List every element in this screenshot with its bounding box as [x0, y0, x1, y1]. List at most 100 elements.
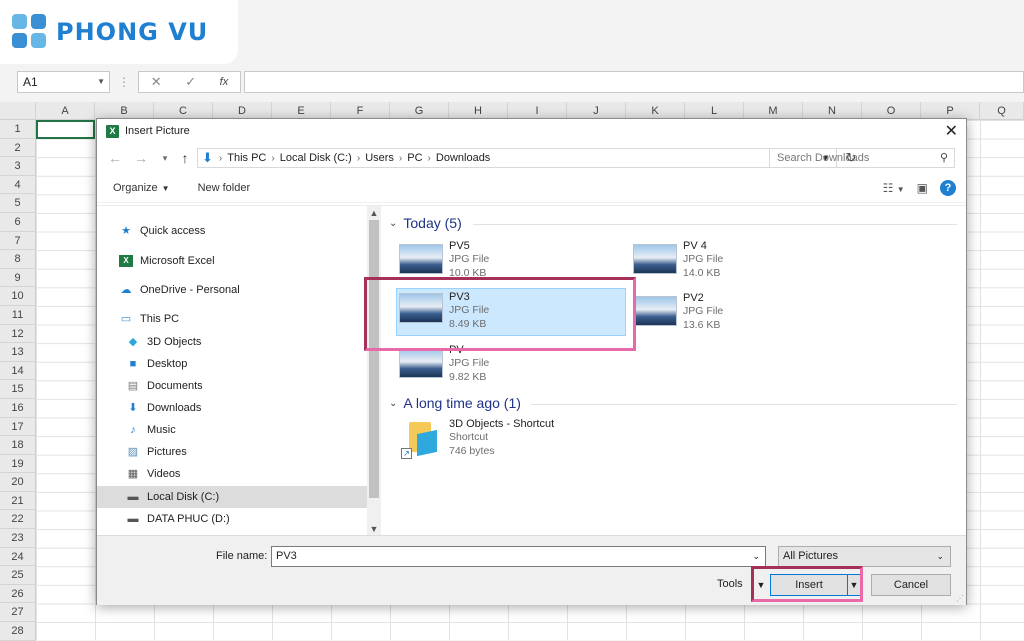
file-item-pv2[interactable]: PV2 JPG File 13.6 KB — [633, 292, 863, 336]
row-header[interactable]: 10 — [0, 287, 36, 306]
row-header[interactable]: 22 — [0, 510, 36, 530]
scroll-down-icon[interactable]: ▼ — [367, 524, 381, 534]
name-box[interactable]: A1 ▼ — [17, 71, 110, 93]
row-header[interactable]: 15 — [0, 380, 36, 399]
nav-local-disk[interactable]: ▬ Local Disk (C:) — [97, 486, 367, 508]
group-today[interactable]: ⌄ Today (5) — [389, 215, 462, 231]
image-thumbnail — [633, 244, 677, 274]
search-input[interactable]: Search Downloads ⚲ — [769, 148, 955, 168]
breadcrumb-local-disk[interactable]: Local Disk (C:) — [280, 152, 352, 164]
row-header[interactable]: 3 — [0, 157, 36, 176]
new-folder-button[interactable]: New folder — [198, 182, 251, 194]
row-header[interactable]: 24 — [0, 547, 36, 567]
row-header[interactable]: 25 — [0, 566, 36, 585]
organize-button[interactable]: Organize ▼ — [113, 182, 170, 194]
select-all-corner[interactable] — [0, 102, 36, 120]
nav-quick-access[interactable]: ★ Quick access — [97, 220, 367, 242]
group-long-time-ago[interactable]: ⌄ A long time ago (1) — [389, 395, 521, 411]
cancel-button[interactable]: Cancel — [871, 574, 951, 596]
breadcrumb-pc[interactable]: PC — [407, 152, 422, 164]
nav-downloads[interactable]: ⬇ Downloads — [97, 397, 367, 419]
row-header[interactable]: 7 — [0, 231, 36, 251]
nav-this-pc[interactable]: ▭ This PC — [97, 308, 367, 330]
forward-arrow-icon[interactable]: → — [131, 150, 151, 166]
row-header[interactable]: 13 — [0, 343, 36, 362]
separator-icon: › — [427, 152, 431, 164]
file-type-select[interactable]: All Pictures ⌄ — [778, 546, 951, 567]
highlight-box-insert — [751, 566, 863, 602]
separator-icon: › — [356, 152, 361, 164]
confirm-formula-icon[interactable]: ✓ — [185, 74, 196, 90]
tools-button[interactable]: Tools — [717, 578, 743, 590]
nav-3d-objects[interactable]: ◆ 3D Objects — [97, 331, 367, 353]
nav-music[interactable]: ♪ Music — [97, 419, 367, 441]
address-bar[interactable]: ⬇ › This PC › Local Disk (C:) › Users › … — [197, 148, 837, 168]
row-header[interactable]: 26 — [0, 584, 36, 604]
row-header[interactable]: 2 — [0, 138, 36, 158]
formula-input[interactable] — [244, 71, 1024, 93]
row-header[interactable]: 12 — [0, 324, 36, 344]
column-header[interactable]: Q — [980, 102, 1024, 120]
close-icon[interactable]: ✕ — [945, 121, 958, 141]
chevron-down-icon[interactable]: ⌄ — [752, 547, 760, 566]
view-options-icon[interactable]: ☷ ▼ — [883, 181, 905, 195]
scroll-up-icon[interactable]: ▲ — [367, 208, 381, 218]
nav-pictures[interactable]: ▨ Pictures — [97, 441, 367, 463]
image-thumbnail — [399, 348, 443, 378]
file-size: 746 bytes — [449, 445, 495, 457]
help-icon[interactable]: ? — [940, 179, 956, 196]
file-type-value: All Pictures — [783, 550, 839, 562]
breadcrumb-downloads[interactable]: Downloads — [436, 152, 490, 164]
back-arrow-icon[interactable]: ← — [105, 150, 125, 166]
file-item-pv4[interactable]: PV 4 JPG File 14.0 KB — [633, 240, 863, 284]
chevron-down-icon: ▼ — [161, 183, 170, 193]
nav-desktop[interactable]: ■ Desktop — [97, 353, 367, 375]
resize-grip-icon[interactable]: ⋰ — [956, 594, 964, 603]
breadcrumb-users[interactable]: Users — [365, 152, 394, 164]
row-header[interactable]: 16 — [0, 398, 36, 418]
selected-cell[interactable] — [36, 120, 95, 139]
nav-microsoft-excel[interactable]: X Microsoft Excel — [97, 250, 367, 272]
nav-data-phuc[interactable]: ▬ DATA PHUC (D:) — [97, 508, 367, 530]
up-arrow-icon[interactable]: ↑ — [175, 150, 195, 166]
row-header[interactable]: 18 — [0, 436, 36, 455]
row-header[interactable]: 9 — [0, 268, 36, 288]
search-placeholder: Search Downloads — [777, 152, 870, 164]
row-header[interactable]: 23 — [0, 529, 36, 548]
row-header[interactable]: 19 — [0, 454, 36, 474]
row-header[interactable]: 11 — [0, 305, 36, 325]
row-header[interactable]: 28 — [0, 622, 36, 641]
row-header[interactable]: 1 — [0, 120, 36, 139]
row-header[interactable]: 21 — [0, 491, 36, 511]
nav-scrollbar[interactable]: ▲ ▼ — [367, 206, 381, 536]
nav-videos[interactable]: ▦ Videos — [97, 463, 367, 485]
file-name-field[interactable]: PV3 ⌄ — [271, 546, 766, 567]
nav-label: Local Disk (C:) — [147, 491, 220, 503]
file-item-3d-objects-shortcut[interactable]: ↗ 3D Objects - Shortcut Shortcut 746 bytes — [399, 418, 629, 466]
row-header[interactable]: 5 — [0, 194, 36, 213]
document-icon: ▤ — [127, 380, 139, 392]
row-header[interactable]: 17 — [0, 417, 36, 437]
formula-buttons: ✕ ✓ fx — [138, 71, 241, 93]
nav-label: Documents — [147, 380, 203, 392]
chevron-down-icon[interactable]: ▼ — [97, 72, 105, 92]
nav-documents[interactable]: ▤ Documents — [97, 375, 367, 397]
insert-function-icon[interactable]: fx — [220, 76, 229, 88]
cancel-formula-icon[interactable]: ✕ — [151, 74, 162, 90]
row-header[interactable]: 27 — [0, 603, 36, 623]
preview-pane-icon[interactable]: ▣ — [917, 181, 928, 195]
group-divider — [473, 224, 957, 225]
row-header[interactable]: 4 — [0, 175, 36, 195]
file-type: JPG File — [683, 253, 724, 265]
breadcrumb-this-pc[interactable]: This PC — [227, 152, 266, 164]
row-header[interactable]: 14 — [0, 361, 36, 381]
nav-onedrive[interactable]: ☁ OneDrive - Personal — [97, 279, 367, 301]
highlight-box-selected-file — [364, 277, 636, 351]
row-header[interactable]: 8 — [0, 250, 36, 269]
nav-label: Videos — [147, 468, 181, 480]
column-header[interactable]: A — [36, 102, 95, 120]
row-header[interactable]: 20 — [0, 473, 36, 492]
recent-chevron-icon[interactable]: ▾ — [155, 153, 175, 164]
row-header[interactable]: 6 — [0, 212, 36, 232]
scroll-thumb[interactable] — [369, 220, 379, 498]
